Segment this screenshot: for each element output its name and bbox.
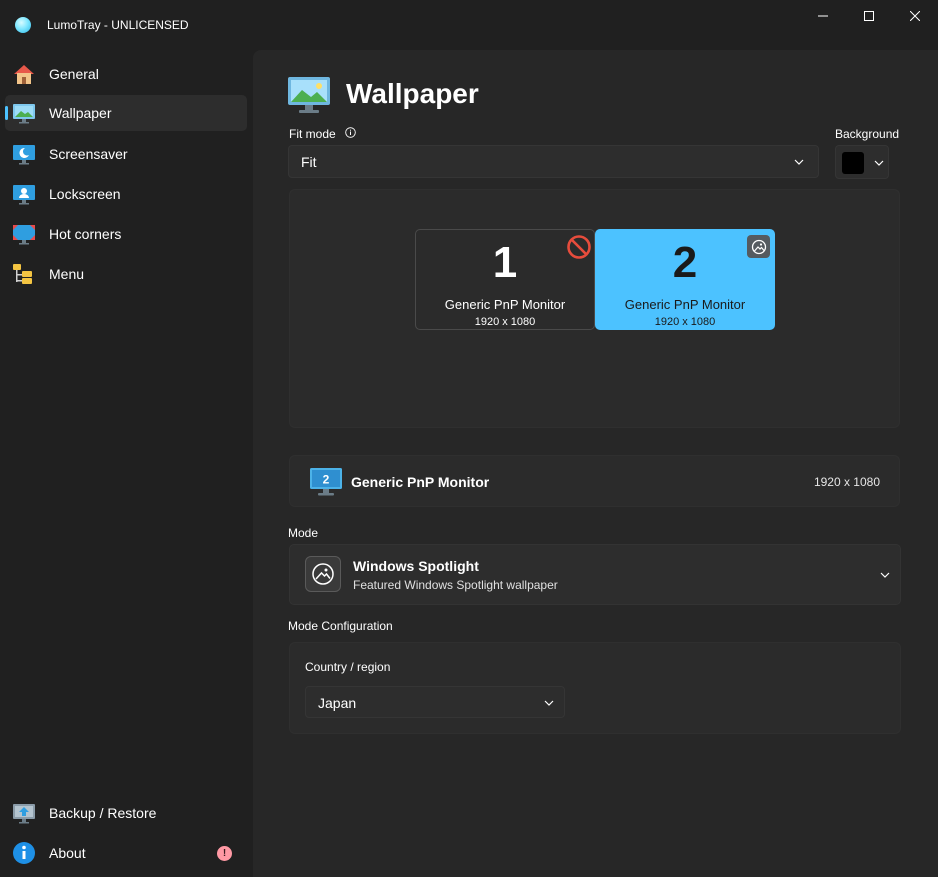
disabled-icon xyxy=(567,235,591,259)
selected-monitor-resolution: 1920 x 1080 xyxy=(813,475,880,489)
sidebar-item-lockscreen[interactable]: Lockscreen xyxy=(5,176,247,212)
background-color-picker[interactable] xyxy=(835,145,889,179)
close-icon xyxy=(910,11,920,21)
chevron-down-icon xyxy=(880,572,890,578)
maximize-button[interactable] xyxy=(846,0,892,32)
sidebar-item-label: Backup / Restore xyxy=(49,805,157,821)
app-title: LumoTray - UNLICENSED xyxy=(47,18,189,32)
update-badge: ! xyxy=(217,846,232,861)
app-logo-icon xyxy=(15,17,31,33)
sidebar-item-backup-restore[interactable]: Backup / Restore xyxy=(5,795,247,831)
minimize-icon xyxy=(818,15,828,17)
sidebar-item-general[interactable]: General xyxy=(5,56,247,92)
wallpaper-icon xyxy=(13,104,35,124)
title-bar: LumoTray - UNLICENSED xyxy=(0,0,938,50)
minimize-button[interactable] xyxy=(800,0,846,32)
background-label: Background xyxy=(835,127,900,141)
menu-icon xyxy=(13,264,32,284)
sidebar-item-label: About xyxy=(49,845,86,861)
sidebar-item-menu[interactable]: Menu xyxy=(5,256,247,292)
hot-corners-icon xyxy=(13,225,35,245)
spotlight-icon xyxy=(747,235,770,258)
maximize-icon xyxy=(864,11,874,21)
sidebar-item-wallpaper[interactable]: Wallpaper xyxy=(5,95,247,131)
sidebar-item-about[interactable]: About ! xyxy=(5,835,247,871)
monitor-name: Generic PnP Monitor xyxy=(444,297,566,312)
home-icon xyxy=(14,65,34,84)
page-title: Wallpaper xyxy=(346,78,479,109)
selected-monitor-header: 2 Generic PnP Monitor 1920 x 1080 xyxy=(289,455,900,507)
chevron-down-icon xyxy=(794,159,804,165)
monitor-card-1[interactable]: 1 Generic PnP Monitor 1920 x 1080 xyxy=(415,229,595,330)
fit-mode-dropdown[interactable]: Fit xyxy=(288,145,819,178)
monitor-name: Generic PnP Monitor xyxy=(624,297,746,312)
chevron-down-icon xyxy=(544,700,554,706)
monitor-card-2[interactable]: 2 Generic PnP Monitor 1920 x 1080 xyxy=(595,229,775,330)
spotlight-icon xyxy=(305,556,341,592)
monitor-number-label: 2 xyxy=(323,473,330,487)
country-region-dropdown[interactable]: Japan xyxy=(305,686,565,718)
screensaver-icon xyxy=(13,145,35,165)
monitor-resolution: 1920 x 1080 xyxy=(654,316,716,328)
monitor-resolution: 1920 x 1080 xyxy=(474,316,536,328)
fit-mode-value: Fit xyxy=(301,154,317,170)
country-region-value: Japan xyxy=(318,695,357,711)
mode-configuration-label: Mode Configuration xyxy=(288,619,393,633)
lockscreen-icon xyxy=(13,185,35,205)
sidebar-item-hot-corners[interactable]: Hot corners xyxy=(5,216,247,252)
color-swatch xyxy=(842,152,864,174)
sidebar-item-label: Hot corners xyxy=(49,226,122,242)
mode-title: Windows Spotlight xyxy=(353,558,479,574)
sidebar-item-screensaver[interactable]: Screensaver xyxy=(5,136,247,172)
selected-monitor-name: Generic PnP Monitor xyxy=(351,474,490,490)
mode-description: Featured Windows Spotlight wallpaper xyxy=(353,578,558,592)
info-circle-icon[interactable] xyxy=(345,127,356,138)
close-button[interactable] xyxy=(892,0,938,32)
info-icon xyxy=(13,842,35,864)
backup-icon xyxy=(13,804,35,824)
sidebar-item-label: Wallpaper xyxy=(49,105,112,121)
mode-label: Mode xyxy=(288,526,319,540)
chevron-down-icon xyxy=(874,160,884,166)
sidebar-item-label: General xyxy=(49,66,99,82)
fit-mode-label: Fit mode xyxy=(289,127,336,141)
sidebar-item-label: Screensaver xyxy=(49,146,128,162)
sidebar-item-label: Lockscreen xyxy=(49,186,121,202)
monitor-icon: 2 xyxy=(310,468,342,496)
country-region-label: Country / region xyxy=(305,660,391,674)
mode-dropdown[interactable]: Windows Spotlight Featured Windows Spotl… xyxy=(289,544,901,605)
wallpaper-icon xyxy=(288,77,330,113)
sidebar-item-label: Menu xyxy=(49,266,85,282)
